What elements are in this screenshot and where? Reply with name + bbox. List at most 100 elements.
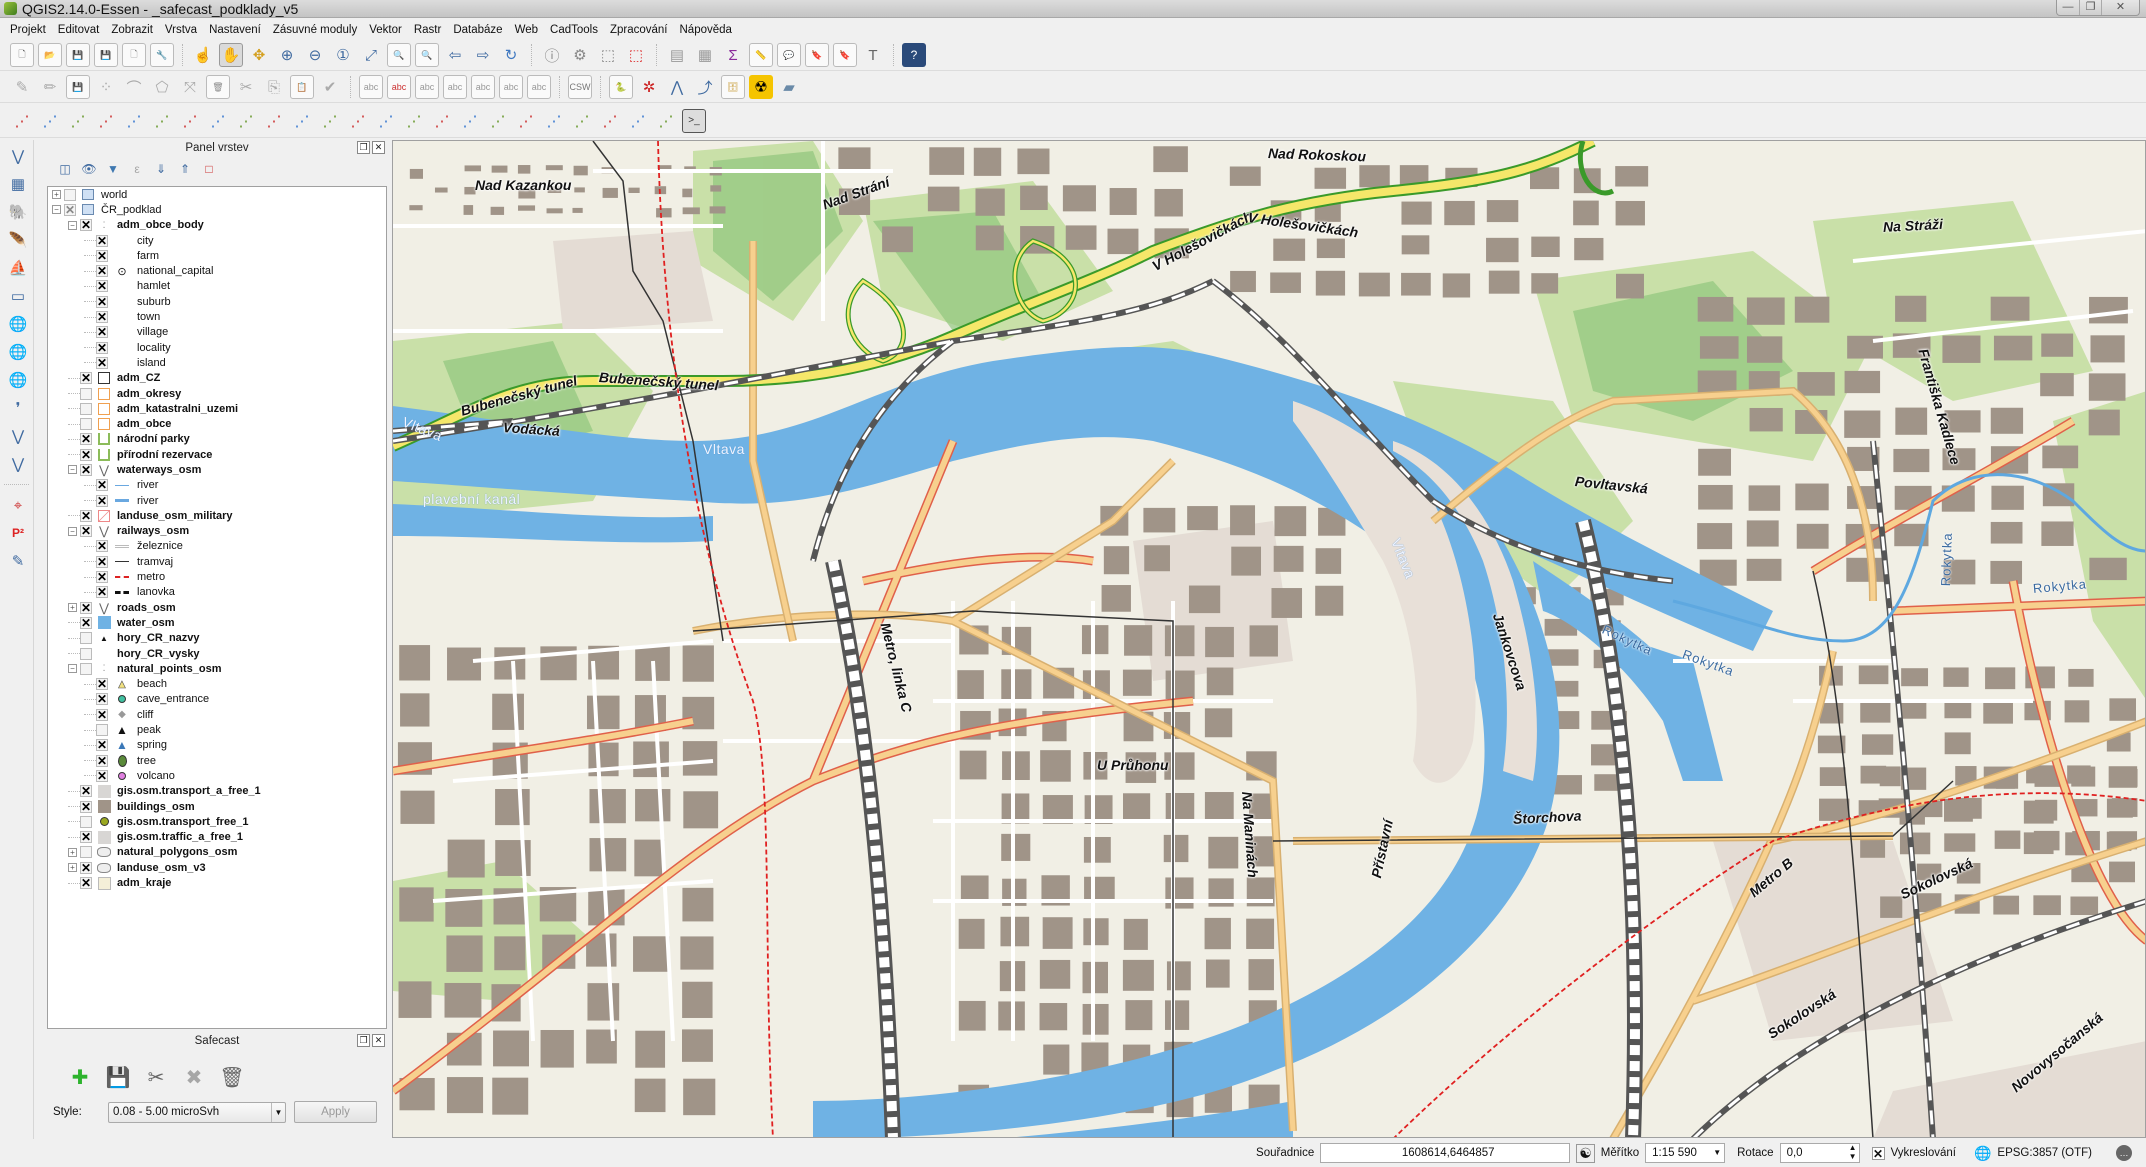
csw-icon[interactable]: CSW [568,75,592,99]
add-spatialite-layer-icon[interactable]: 🪶 [5,228,31,252]
layer-tree-item[interactable]: ✕ metro [48,569,386,584]
layer-visibility-checkbox[interactable]: ✕ [96,754,108,767]
layer-visibility-checkbox[interactable]: ✕ [96,280,108,293]
zoom-in-icon[interactable]: ⊕ [275,43,299,67]
add-raster-layer-icon[interactable]: ▦ [5,172,31,196]
add-wms-layer-icon[interactable]: 🌐 [5,312,31,336]
filter-legend-icon[interactable]: ▼ [103,159,123,179]
identify-icon[interactable]: ⓘ [540,43,564,67]
layer-tree-item[interactable]: ✕ river [48,478,386,493]
layer-visibility-checkbox[interactable]: ✕ [96,356,108,369]
action-icon[interactable]: ⚙ [568,43,592,67]
cad-21-icon[interactable]: ⋰ [570,109,594,133]
layer-tree-item[interactable]: adm_okresy [48,386,386,401]
layer-tree-item[interactable]: ✕ adm_kraje [48,875,386,890]
crs-status[interactable]: EPSG:3857 (OTF) [1997,1147,2092,1159]
label-tool-icon[interactable]: abc [359,75,383,99]
save-edits-icon[interactable]: 💾 [66,75,90,99]
layer-tree-item[interactable]: − ✕ ⋁ waterways_osm [48,462,386,477]
layer-tree-item[interactable]: ✕ farm [48,248,386,263]
close-panel-button[interactable]: ✕ [372,141,385,154]
field-calculator-icon[interactable]: ▦ [693,43,717,67]
layer-tree-item[interactable]: ✕ tramvaj [48,554,386,569]
map-canvas[interactable]: Nad Kazankou Nad Strání Nad Rokoskou V H… [392,140,2146,1138]
layer-visibility-checkbox[interactable]: ✕ [96,571,108,584]
layer-tree-item[interactable]: ✕ tree [48,753,386,768]
layer-visibility-checkbox[interactable]: ✕ [96,708,108,721]
layer-visibility-checkbox[interactable]: ✕ [80,372,92,385]
touch-zoom-icon[interactable]: ☝ [191,43,215,67]
coordinate-field[interactable]: 1608614,6464857 [1320,1143,1571,1163]
paste-icon[interactable]: 📋 [290,75,314,99]
node-tool-icon[interactable]: ⌒ [122,75,146,99]
layer-visibility-checkbox[interactable]: ✕ [96,479,108,492]
layer-tree-item[interactable]: ✕ lanovka [48,585,386,600]
change-label-icon[interactable]: abc [499,75,523,99]
help-icon[interactable]: ? [902,43,926,67]
layer-tree-item[interactable]: ✕ suburb [48,294,386,309]
layer-visibility-checkbox[interactable]: ✕ [96,540,108,553]
add-point-icon[interactable]: ⁘ [94,75,118,99]
menu-nápověda[interactable]: Nápověda [674,24,738,36]
delete-selected-icon[interactable]: 🗑 [206,75,230,99]
pin-labels-icon[interactable]: abc [387,75,411,99]
layer-visibility-checkbox[interactable] [80,387,92,400]
toggle-coordinate-mode-icon[interactable]: ☯ [1576,1143,1595,1163]
restore-button[interactable]: ❐ [2079,0,2101,15]
new-shapefile-icon[interactable]: ⋁ [5,452,31,476]
statistics-icon[interactable]: Σ [721,43,745,67]
expand-icon[interactable]: + [68,847,77,857]
float-panel-button[interactable]: ❐ [357,1034,370,1047]
layer-tree-item[interactable]: ✕ adm_CZ [48,371,386,386]
move-feature-icon[interactable]: ⤧ [178,75,202,99]
p2-plugin-icon[interactable]: P² [5,521,31,545]
layer-visibility-checkbox[interactable]: ✕ [96,586,108,599]
zoom-next-icon[interactable]: ⇨ [471,43,495,67]
layer-tree-item[interactable]: ✕ water_osm [48,615,386,630]
layer-tree-item[interactable]: ✕ ◆ cliff [48,707,386,722]
menu-nastavení[interactable]: Nastavení [203,24,267,36]
coordinate-capture-icon[interactable]: ⌖ [5,493,31,517]
cad-2-icon[interactable]: ⋰ [38,109,62,133]
toggle-editing-icon[interactable]: ✏ [38,75,62,99]
menu-rastr[interactable]: Rastr [408,24,447,36]
layer-visibility-checkbox[interactable]: ✕ [96,311,108,324]
remove-cut-icon[interactable]: ✖ [180,1063,208,1091]
layer-visibility-checkbox[interactable]: ✕ [80,800,92,813]
expand-icon[interactable]: + [52,190,61,200]
zoom-last-icon[interactable]: ⇦ [443,43,467,67]
delete-log-icon[interactable]: 🗑 [218,1063,246,1091]
new-print-composer-icon[interactable]: 🗋 [122,43,146,67]
add-postgis-layer-icon[interactable]: 🐘 [5,200,31,224]
zoom-to-selection-icon[interactable]: 🔍 [387,43,411,67]
layer-tree-item[interactable]: ✕ národní parky [48,432,386,447]
open-project-icon[interactable]: 📂 [38,43,62,67]
messages-icon[interactable]: … [2116,1145,2132,1161]
zoom-full-icon[interactable]: ⤢ [359,43,383,67]
layer-visibility-checkbox[interactable] [64,188,76,201]
menu-cadtools[interactable]: CadTools [544,24,604,36]
layer-tree-item[interactable]: ✕ locality [48,340,386,355]
close-panel-button[interactable]: ✕ [372,1034,385,1047]
cad-15-icon[interactable]: ⋰ [402,109,426,133]
composer-manager-icon[interactable]: 🔧 [150,43,174,67]
layer-visibility-checkbox[interactable] [80,418,92,431]
layer-tree-item[interactable]: − ⁚ natural_points_osm [48,661,386,676]
cad-18-icon[interactable]: ⋰ [486,109,510,133]
layer-tree-item[interactable]: ▲ hory_CR_nazvy [48,631,386,646]
layer-visibility-checkbox[interactable] [80,846,92,859]
layer-tree-item[interactable]: ✕ buildings_osm [48,799,386,814]
show-bookmarks-icon[interactable]: 🔖 [833,43,857,67]
collapse-icon[interactable]: − [68,220,77,230]
layer-visibility-checkbox[interactable]: ✕ [96,249,108,262]
add-virtual-layer-icon[interactable]: ⋁ [5,424,31,448]
pan-to-selection-icon[interactable]: ✥ [247,43,271,67]
layer-visibility-checkbox[interactable]: ✕ [96,769,108,782]
layer-visibility-checkbox[interactable]: ✕ [80,463,92,476]
filter-expression-icon[interactable]: ε [127,159,147,179]
cad-6-icon[interactable]: ⋰ [150,109,174,133]
new-bookmark-icon[interactable]: 🔖 [805,43,829,67]
menu-zobrazit[interactable]: Zobrazit [105,24,159,36]
python-console-icon[interactable]: >_ [682,108,706,133]
cad-7-icon[interactable]: ⋰ [178,109,202,133]
